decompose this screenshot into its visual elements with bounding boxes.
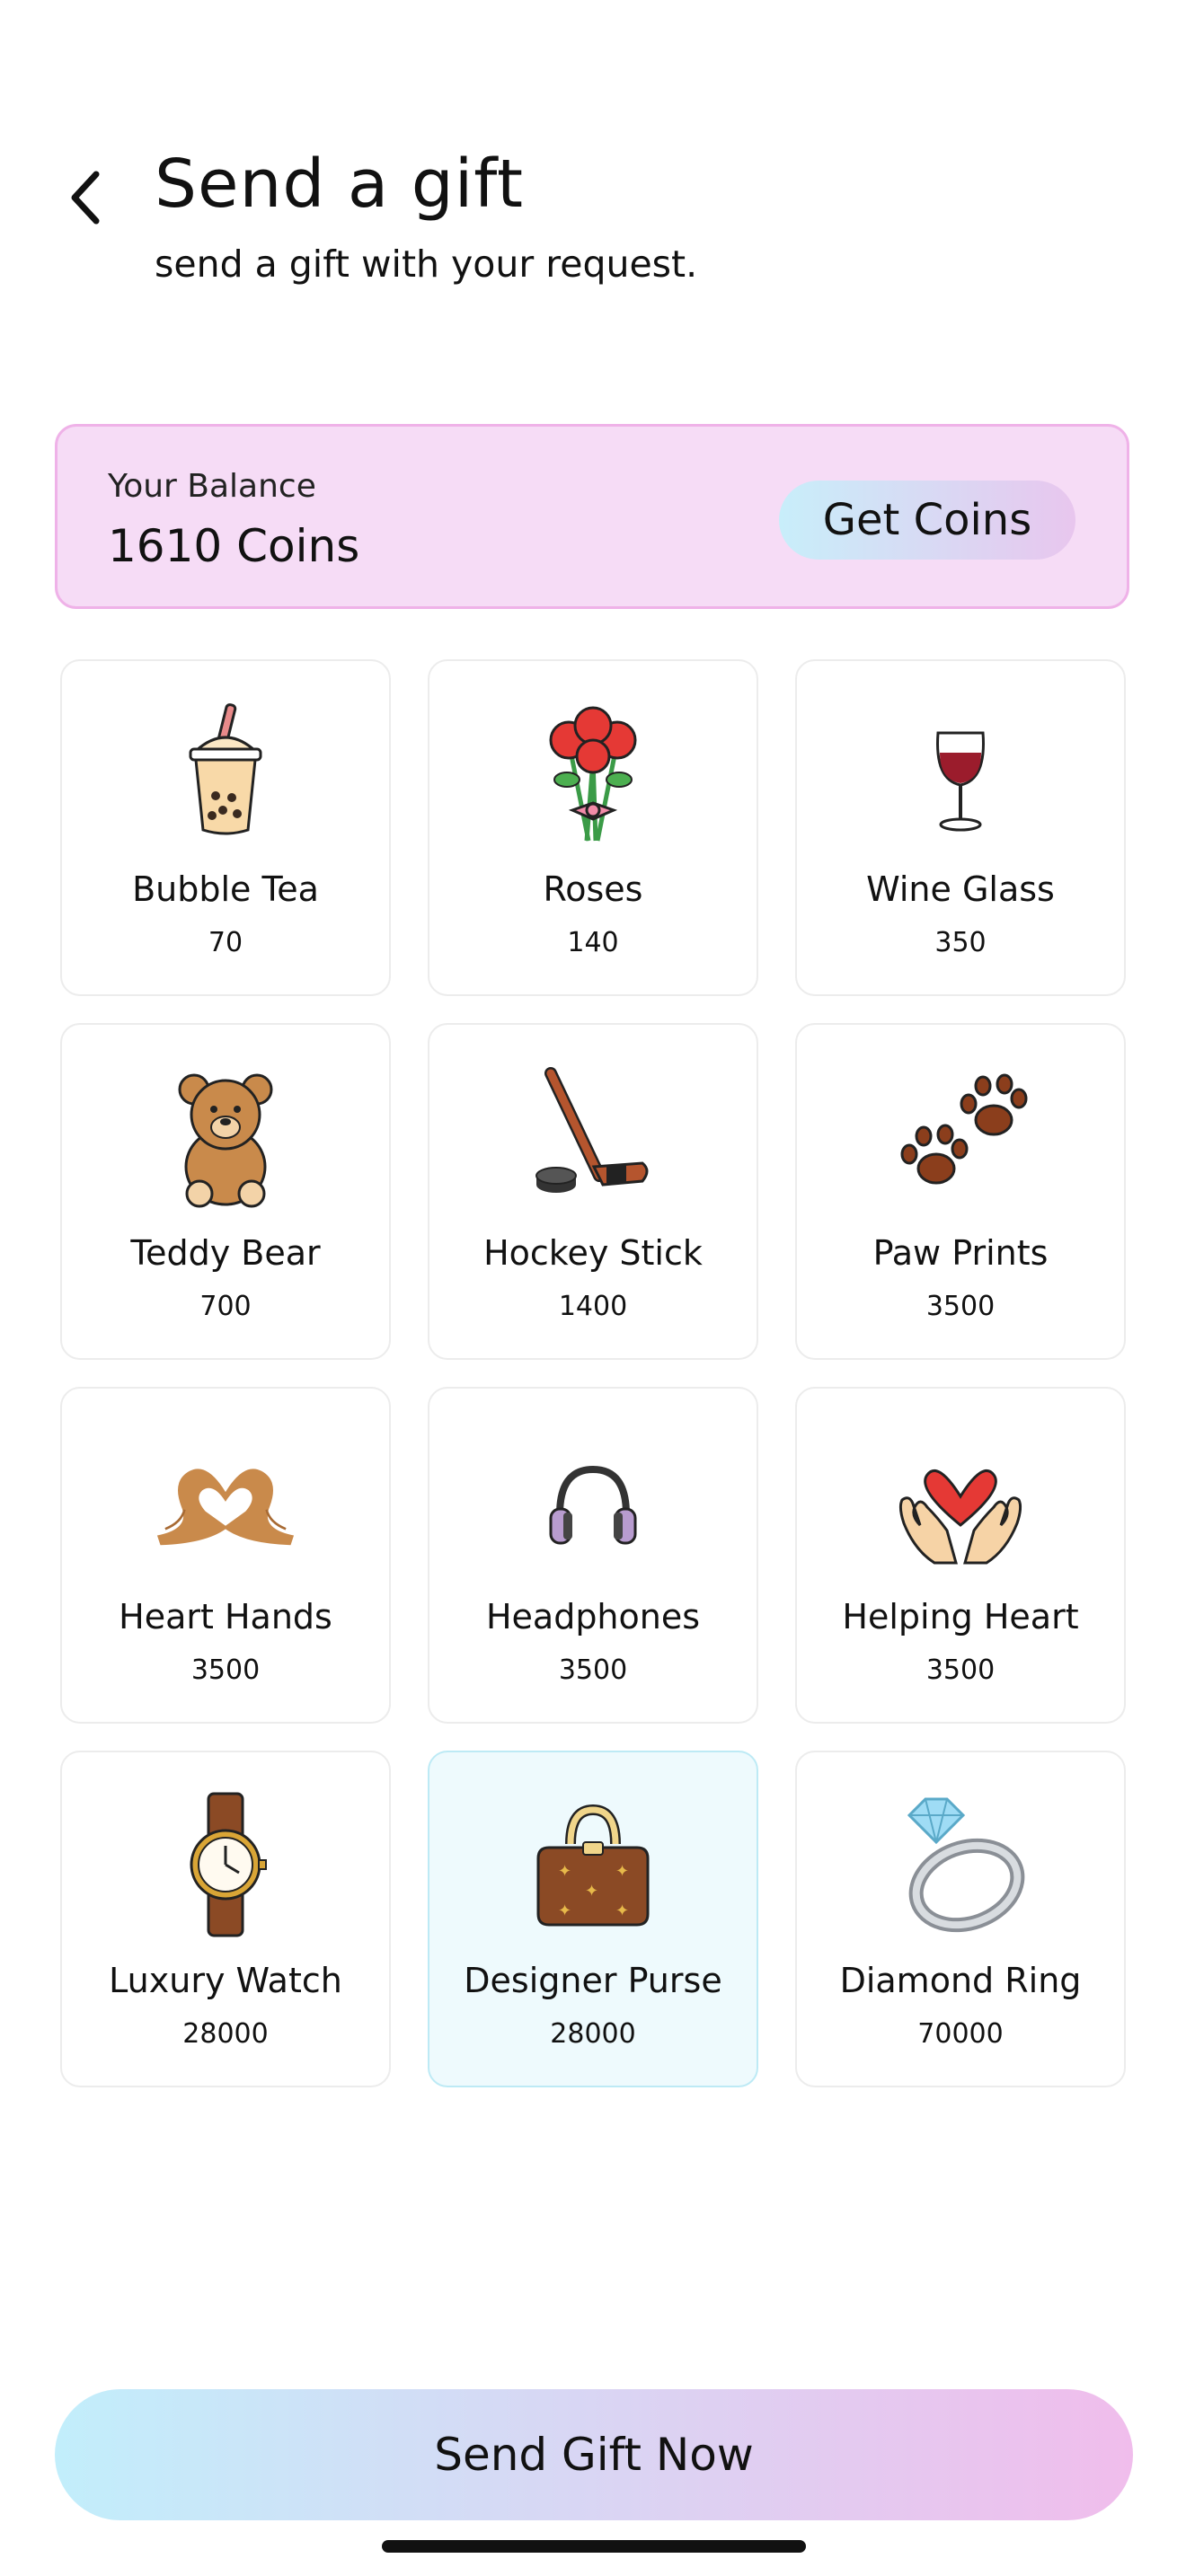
gift-price: 3500 (190, 1654, 261, 1686)
paw-prints-icon (884, 1061, 1037, 1213)
send-gift-button[interactable]: Send Gift Now (55, 2389, 1133, 2520)
gift-price: 3500 (925, 1654, 996, 1686)
gift-name: Heart Hands (119, 1597, 332, 1636)
gift-price: 1400 (558, 1291, 628, 1322)
page-title: Send a gift (155, 146, 525, 223)
gift-price: 700 (199, 1291, 252, 1322)
headphones-icon (517, 1425, 669, 1577)
gift-card-heart-hands[interactable]: Heart Hands 3500 (60, 1387, 391, 1724)
balance-card: Your Balance 1610 Coins Get Coins (55, 424, 1129, 609)
gift-name: Headphones (485, 1597, 701, 1636)
balance-value: 1610 Coins (108, 520, 360, 572)
gift-price: 350 (934, 927, 987, 958)
gift-name: Designer Purse (464, 1961, 722, 2000)
gift-price: 3500 (925, 1291, 996, 1322)
gift-card-paw-prints[interactable]: Paw Prints 3500 (795, 1023, 1126, 1360)
gift-name: Wine Glass (866, 869, 1055, 909)
gift-price: 70000 (917, 2018, 1004, 2050)
home-indicator (382, 2540, 806, 2553)
gift-card-hockey-stick[interactable]: Hockey Stick 1400 (428, 1023, 758, 1360)
gift-card-designer-purse[interactable]: ✦ ✦ ✦ ✦ ✦ Designer Purse 28000 (428, 1751, 758, 2087)
helping-heart-icon (884, 1425, 1037, 1577)
gift-card-bubble-tea[interactable]: Bubble Tea 70 (60, 659, 391, 996)
gift-card-headphones[interactable]: Headphones 3500 (428, 1387, 758, 1724)
wine-glass-icon (884, 697, 1037, 850)
gift-card-diamond-ring[interactable]: Diamond Ring 70000 (795, 1751, 1126, 2087)
roses-icon (517, 697, 669, 850)
gift-price: 28000 (182, 2018, 269, 2050)
svg-text:✦: ✦ (615, 1901, 629, 1920)
svg-text:✦: ✦ (558, 1862, 571, 1881)
gift-card-helping-heart[interactable]: Helping Heart 3500 (795, 1387, 1126, 1724)
gift-name: Luxury Watch (109, 1961, 342, 2000)
diamond-ring-icon (884, 1788, 1037, 1941)
designer-purse-icon: ✦ ✦ ✦ ✦ ✦ (517, 1788, 669, 1941)
gift-card-roses[interactable]: Roses 140 (428, 659, 758, 996)
get-coins-button[interactable]: Get Coins (779, 481, 1075, 560)
page-subtitle: send a gift with your request. (155, 243, 698, 286)
chevron-left-icon (71, 171, 100, 225)
gift-name: Teddy Bear (130, 1233, 321, 1273)
gift-name: Paw Prints (872, 1233, 1049, 1273)
hockey-stick-icon (517, 1061, 669, 1213)
gift-name: Diamond Ring (839, 1961, 1082, 2000)
gift-name: Helping Heart (842, 1597, 1079, 1636)
gift-card-luxury-watch[interactable]: Luxury Watch 28000 (60, 1751, 391, 2087)
gift-name: Roses (543, 869, 643, 909)
luxury-watch-icon (149, 1788, 302, 1941)
back-button[interactable] (54, 162, 117, 234)
gift-price: 28000 (550, 2018, 636, 2050)
gift-price: 70 (208, 927, 243, 958)
svg-text:✦: ✦ (558, 1901, 571, 1920)
heart-hands-icon (149, 1425, 302, 1577)
gift-price: 3500 (558, 1654, 628, 1686)
svg-text:✦: ✦ (585, 1882, 598, 1901)
teddy-bear-icon (149, 1061, 302, 1213)
balance-label: Your Balance (108, 468, 316, 505)
gift-card-teddy-bear[interactable]: Teddy Bear 700 (60, 1023, 391, 1360)
gift-name: Hockey Stick (483, 1233, 703, 1273)
gift-name: Bubble Tea (132, 869, 319, 909)
gift-card-wine-glass[interactable]: Wine Glass 350 (795, 659, 1126, 996)
svg-text:✦: ✦ (615, 1862, 629, 1881)
gift-grid: Bubble Tea 70 Roses 140 Wine Glass 350 T… (60, 659, 1126, 2087)
bubble-tea-icon (149, 697, 302, 850)
gift-price: 140 (567, 927, 619, 958)
